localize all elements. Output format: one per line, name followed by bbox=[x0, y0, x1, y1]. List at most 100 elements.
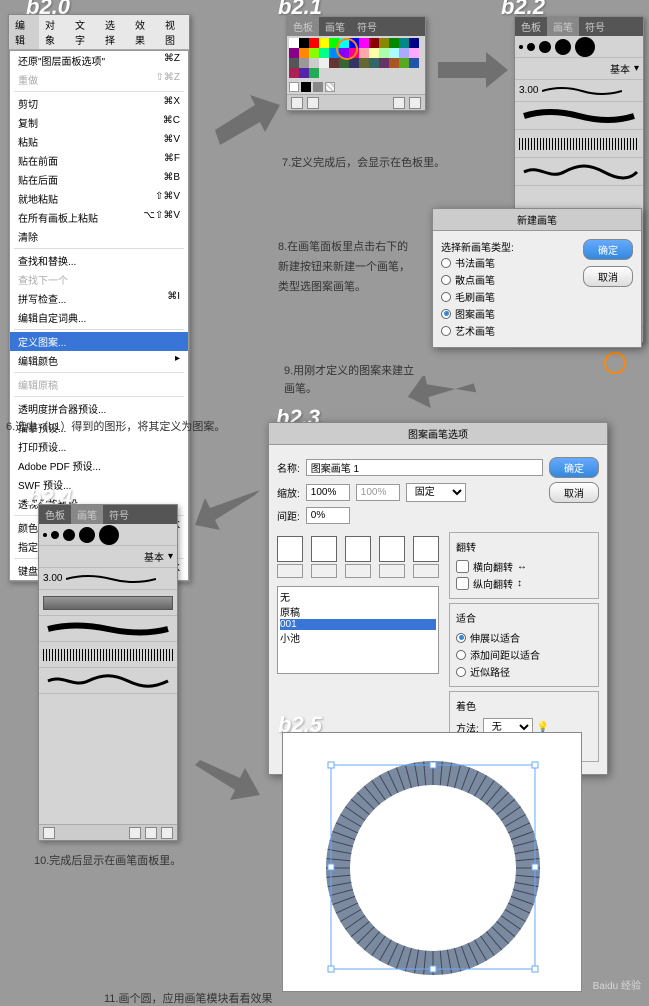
tab-swatches[interactable]: 色板 bbox=[287, 17, 319, 36]
menu-paste-back[interactable]: 贴在后面⌘B bbox=[10, 170, 188, 189]
swatch[interactable] bbox=[409, 38, 419, 48]
swatch[interactable] bbox=[289, 68, 299, 78]
flip-v[interactable] bbox=[456, 577, 469, 590]
tab-symbols[interactable]: 符号 bbox=[351, 17, 383, 36]
swatch[interactable] bbox=[309, 58, 319, 68]
swatch[interactable] bbox=[319, 58, 329, 68]
swatch[interactable] bbox=[359, 38, 369, 48]
menu-trans[interactable]: 透明度拼合器预设... bbox=[10, 399, 188, 418]
swatch[interactable] bbox=[409, 48, 419, 58]
flip-h[interactable] bbox=[456, 560, 469, 573]
brush-row[interactable] bbox=[515, 102, 643, 130]
brush-row[interactable]: 3.00 bbox=[515, 80, 643, 102]
swatch[interactable] bbox=[369, 48, 379, 58]
tab-brushes[interactable]: 画笔 bbox=[547, 17, 579, 36]
pattern-list[interactable]: 无 原稿 001 小池 bbox=[277, 586, 439, 674]
brush-type-radio[interactable] bbox=[441, 326, 451, 336]
swatch[interactable] bbox=[389, 38, 399, 48]
name-input[interactable] bbox=[306, 459, 543, 476]
swatch[interactable] bbox=[369, 38, 379, 48]
swatch[interactable] bbox=[289, 48, 299, 58]
swatch[interactable] bbox=[309, 38, 319, 48]
swatch[interactable] bbox=[309, 48, 319, 58]
tab-symbols[interactable]: 符号 bbox=[579, 17, 611, 36]
scale-input[interactable] bbox=[306, 484, 350, 501]
menu-undo[interactable]: 还原"图层面板选项"⌘Z bbox=[10, 51, 188, 70]
swatch[interactable] bbox=[359, 48, 369, 58]
ok-button[interactable]: 确定 bbox=[549, 457, 599, 478]
swatch[interactable] bbox=[389, 48, 399, 58]
menu-edit[interactable]: 编辑 bbox=[9, 15, 39, 49]
swatch[interactable] bbox=[319, 48, 329, 58]
menu-object[interactable]: 对象 bbox=[39, 15, 69, 49]
brush-row[interactable] bbox=[39, 590, 177, 616]
cancel-button[interactable]: 取消 bbox=[583, 266, 633, 287]
swatch[interactable] bbox=[299, 48, 309, 58]
tab-swatches[interactable]: 色板 bbox=[39, 505, 71, 524]
menu-paste-all[interactable]: 在所有画板上粘贴⌥⇧⌘V bbox=[10, 208, 188, 227]
menu-text[interactable]: 文字 bbox=[69, 15, 99, 49]
menu-spell[interactable]: 拼写检查...⌘I bbox=[10, 289, 188, 308]
new-pattern-swatch[interactable] bbox=[325, 82, 335, 92]
swatch[interactable] bbox=[299, 38, 309, 48]
menu-pdf[interactable]: Adobe PDF 预设... bbox=[10, 456, 188, 475]
swatch[interactable] bbox=[289, 38, 299, 48]
tab-symbols[interactable]: 符号 bbox=[103, 505, 135, 524]
brush-row[interactable] bbox=[515, 130, 643, 158]
brush-row[interactable] bbox=[515, 36, 643, 58]
swatch[interactable] bbox=[379, 58, 389, 68]
swatch[interactable] bbox=[379, 48, 389, 58]
fit-approx[interactable] bbox=[456, 667, 466, 677]
brush-row[interactable] bbox=[39, 642, 177, 668]
swatch[interactable] bbox=[309, 68, 319, 78]
swatch[interactable] bbox=[299, 58, 309, 68]
swatch[interactable] bbox=[399, 38, 409, 48]
swatch[interactable] bbox=[399, 48, 409, 58]
tab-brushes[interactable]: 画笔 bbox=[71, 505, 103, 524]
menu-paste-inplace[interactable]: 就地粘贴⇧⌘V bbox=[10, 189, 188, 208]
brush-row[interactable] bbox=[39, 524, 177, 546]
fit-stretch[interactable] bbox=[456, 633, 466, 643]
brush-row[interactable] bbox=[39, 668, 177, 694]
tile-row[interactable] bbox=[277, 536, 439, 578]
fit-space[interactable] bbox=[456, 650, 466, 660]
brush-type-radio[interactable] bbox=[441, 309, 451, 319]
swatch[interactable] bbox=[359, 58, 369, 68]
tab-swatches[interactable]: 色板 bbox=[515, 17, 547, 36]
menu-edit-colors[interactable]: 编辑颜色▸ bbox=[10, 351, 188, 370]
brush-row[interactable]: 3.00 bbox=[39, 568, 177, 590]
menu-select[interactable]: 选择 bbox=[99, 15, 129, 49]
swatch[interactable] bbox=[379, 38, 389, 48]
menu-clear[interactable]: 清除 bbox=[10, 227, 188, 246]
tab-brushes[interactable]: 画笔 bbox=[319, 17, 351, 36]
swatch[interactable] bbox=[319, 38, 329, 48]
ok-button[interactable]: 确定 bbox=[583, 239, 633, 260]
menu-paste-front[interactable]: 贴在前面⌘F bbox=[10, 151, 188, 170]
menu-find[interactable]: 查找和替换... bbox=[10, 251, 188, 270]
brush-type-radio[interactable] bbox=[441, 292, 451, 302]
swatch[interactable] bbox=[329, 58, 339, 68]
brush-type-radio[interactable] bbox=[441, 275, 451, 285]
swatch[interactable] bbox=[369, 58, 379, 68]
swatch[interactable] bbox=[299, 68, 309, 78]
menu-print[interactable]: 打印预设... bbox=[10, 437, 188, 456]
brush-row[interactable] bbox=[515, 158, 643, 186]
menu-paste[interactable]: 粘贴⌘V bbox=[10, 132, 188, 151]
swatch[interactable] bbox=[409, 58, 419, 68]
menu-dict[interactable]: 编辑自定词典... bbox=[10, 308, 188, 327]
spacing-input[interactable] bbox=[306, 507, 350, 524]
menu-cut[interactable]: 剪切⌘X bbox=[10, 94, 188, 113]
menu-define-pattern[interactable]: 定义图案... bbox=[10, 332, 188, 351]
caption-10: 10.完成后显示在画笔面板里。 bbox=[34, 852, 181, 868]
menu-effect[interactable]: 效果 bbox=[129, 15, 159, 49]
menu-copy[interactable]: 复制⌘C bbox=[10, 113, 188, 132]
swatch[interactable] bbox=[349, 58, 359, 68]
swatch[interactable] bbox=[289, 58, 299, 68]
scale-mode[interactable]: 固定 bbox=[406, 483, 466, 502]
brush-type-radio[interactable] bbox=[441, 258, 451, 268]
brush-row[interactable] bbox=[39, 616, 177, 642]
cancel-button[interactable]: 取消 bbox=[549, 482, 599, 503]
menu-view[interactable]: 视图 bbox=[159, 15, 189, 49]
swatch[interactable] bbox=[389, 58, 399, 68]
swatch[interactable] bbox=[399, 58, 409, 68]
